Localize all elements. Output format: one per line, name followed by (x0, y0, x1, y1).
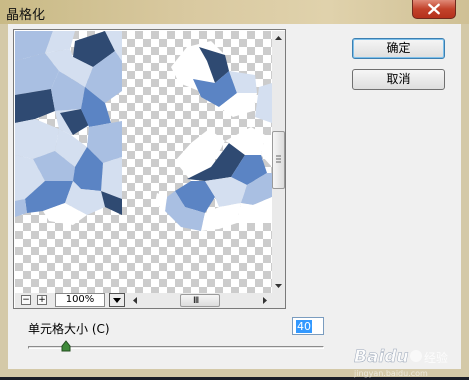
horizontal-scroll-thumb[interactable]: Ⅲ (180, 294, 220, 307)
vertical-scroll-thumb[interactable] (272, 131, 285, 189)
scroll-down-arrow-icon[interactable] (272, 279, 285, 293)
crystallize-preview-image (15, 31, 272, 231)
close-icon (428, 3, 440, 15)
close-button[interactable] (412, 0, 456, 19)
scroll-up-arrow-icon[interactable] (272, 31, 285, 45)
cell-size-input[interactable]: 40 (292, 317, 324, 335)
scroll-left-arrow-icon[interactable] (130, 294, 140, 307)
zoom-level-field[interactable]: 100% (55, 293, 105, 307)
scroll-right-arrow-icon[interactable] (260, 294, 270, 307)
chevron-down-icon (113, 298, 121, 303)
filter-dialog-window: 晶格化 − + 100% Ⅲ 确定 取消 单元格大小 (C) 40 Baidu … (0, 0, 469, 378)
svg-text:经验: 经验 (424, 350, 448, 365)
ok-button[interactable]: 确定 (352, 38, 445, 59)
vertical-scrollbar[interactable] (272, 31, 285, 293)
cell-size-value: 40 (296, 320, 312, 333)
grip-icon: Ⅲ (193, 296, 200, 306)
svg-text:Baidu: Baidu (354, 347, 409, 367)
grip-icon (276, 155, 281, 163)
dialog-body: − + 100% Ⅲ 确定 取消 单元格大小 (C) 40 Baidu 经验 j… (8, 24, 461, 378)
title-bar[interactable]: 晶格化 (0, 0, 469, 24)
slider-thumb[interactable] (61, 340, 71, 352)
window-title: 晶格化 (6, 8, 46, 23)
watermark-logo: Baidu 经验 jingyan.baidu.com (354, 347, 448, 378)
zoom-dropdown-button[interactable] (109, 293, 125, 307)
horizontal-scrollbar[interactable]: Ⅲ (130, 294, 270, 307)
cell-size-slider[interactable] (28, 346, 324, 349)
zoom-out-button[interactable]: − (21, 295, 31, 305)
preview-panel: − + 100% Ⅲ (13, 29, 286, 309)
preview-canvas[interactable] (15, 31, 272, 293)
cell-size-label: 单元格大小 (C) (28, 322, 110, 336)
cancel-button[interactable]: 取消 (352, 69, 445, 90)
zoom-in-button[interactable]: + (37, 295, 47, 305)
preview-toolbar: − + 100% Ⅲ (15, 293, 285, 308)
